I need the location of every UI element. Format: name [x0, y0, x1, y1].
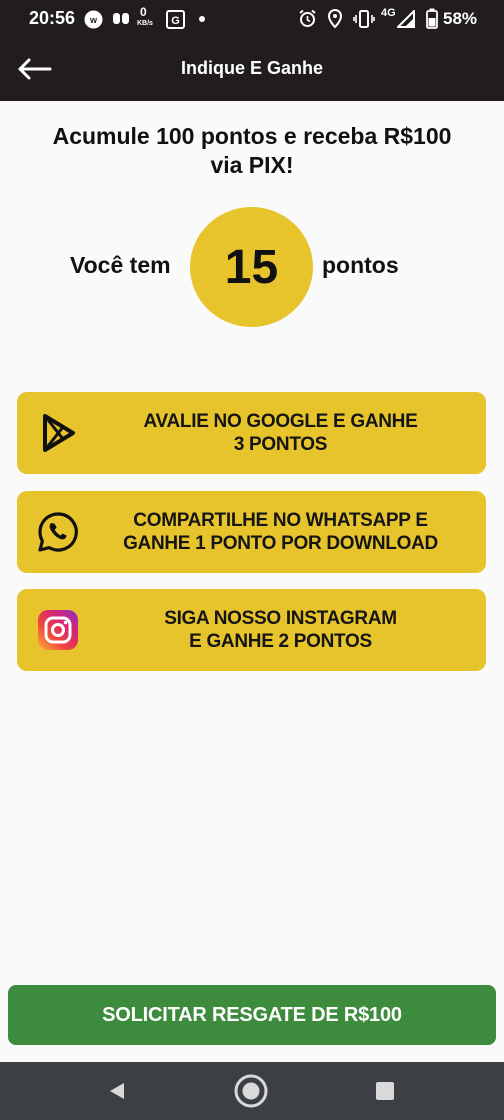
page-title: Indique E Ganhe: [180, 58, 323, 78]
points-prefix: Você tem: [70, 252, 171, 278]
alarm-icon: [299, 9, 316, 27]
action-label: SIGA NOSSO INSTAGRAM E GANHE 2 PONTOS: [164, 608, 397, 652]
app-notification-icon: w: [84, 10, 103, 29]
share-on-whatsapp-button[interactable]: COMPARTILHE NO WHATSAPP E GANHE 1 PONTO …: [17, 491, 486, 573]
app-bar: Indique E Ganhe: [0, 38, 504, 101]
points-summary: Você tem 15 pontos: [0, 207, 504, 327]
points-badge: 15: [190, 207, 313, 327]
nav-back-icon[interactable]: [107, 1081, 127, 1101]
vibrate-icon: [353, 10, 375, 28]
status-time: 20:56: [29, 8, 76, 28]
translate-icon: G: [166, 10, 185, 29]
status-bar: 20:56 w 0 KB/s G 4G 58%: [0, 0, 504, 38]
svg-text:G: G: [171, 15, 180, 27]
nav-recents-icon[interactable]: [376, 1082, 394, 1100]
location-icon: [327, 9, 343, 29]
action-label: COMPARTILHE NO WHATSAPP E GANHE 1 PONTO …: [123, 510, 438, 554]
instagram-icon: [38, 610, 78, 650]
nav-home-icon[interactable]: [234, 1074, 268, 1108]
chat-notification-icon: [113, 13, 129, 24]
promo-headline: Acumule 100 pontos e receba R$100 via PI…: [52, 123, 452, 178]
data-speed-value: 0: [140, 5, 147, 19]
points-suffix: pontos: [322, 252, 399, 278]
follow-on-instagram-button[interactable]: SIGA NOSSO INSTAGRAM E GANHE 2 PONTOS: [17, 589, 486, 671]
battery-icon: [426, 8, 438, 29]
whatsapp-icon: [38, 512, 78, 552]
svg-text:w: w: [89, 15, 98, 25]
network-type: 4G: [381, 7, 396, 19]
data-speed-unit: KB/s: [137, 20, 153, 27]
google-play-icon: [43, 414, 75, 452]
battery-percent: 58%: [443, 9, 478, 28]
redeem-button[interactable]: SOLICITAR RESGATE DE R$100: [8, 985, 496, 1045]
dot-icon: [199, 16, 205, 22]
rate-on-google-button[interactable]: AVALIE NO GOOGLE E GANHE 3 PONTOS: [17, 392, 486, 474]
action-label: AVALIE NO GOOGLE E GANHE 3 PONTOS: [143, 411, 418, 455]
signal-icon: [397, 10, 415, 28]
system-nav-bar: [0, 1062, 504, 1120]
